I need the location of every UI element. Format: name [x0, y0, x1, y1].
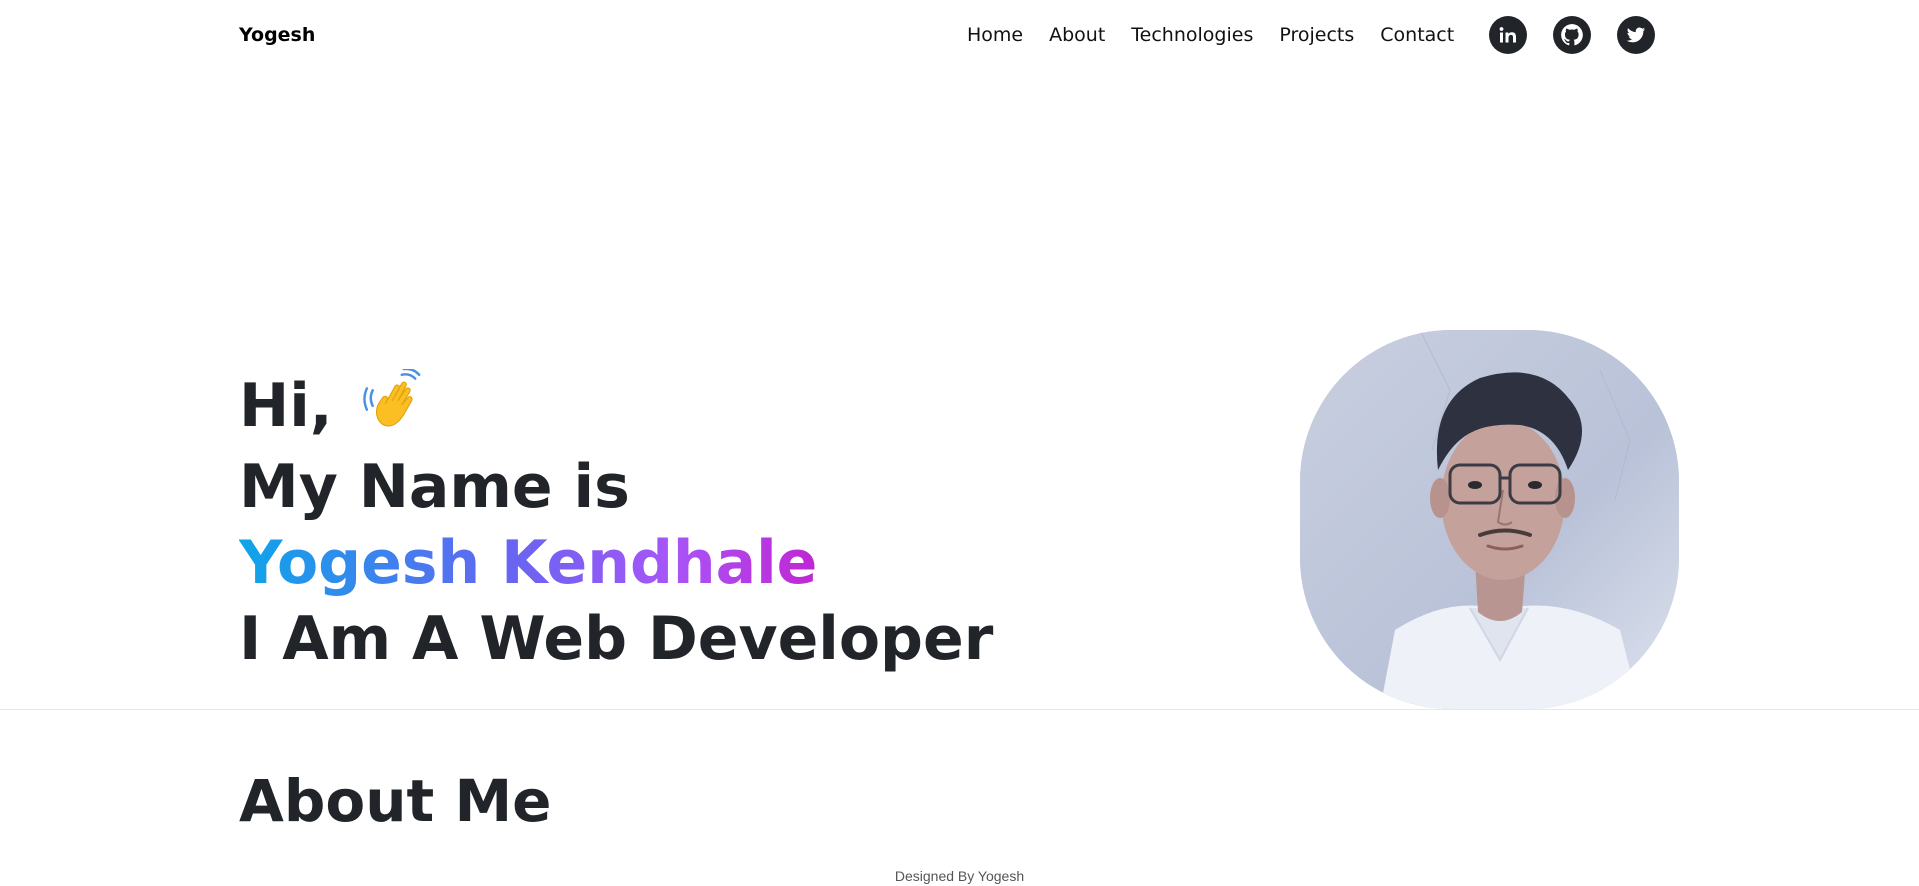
- hero-section: Hi, My Name is Yogesh Kendhale I Am A We…: [239, 368, 999, 677]
- greeting-line: Hi,: [239, 368, 999, 449]
- footer-credit: Designed By Yogesh: [894, 868, 1025, 884]
- nav-link-about[interactable]: About: [1049, 24, 1105, 46]
- profile-photo: [1300, 330, 1679, 709]
- about-section-title: About Me: [239, 767, 552, 835]
- section-divider: [0, 709, 1919, 710]
- nav-link-home[interactable]: Home: [967, 24, 1023, 46]
- greeting-text: Hi,: [239, 371, 333, 441]
- nav-link-technologies[interactable]: Technologies: [1131, 24, 1253, 46]
- intro-line: My Name is: [239, 452, 630, 523]
- nav-link-projects[interactable]: Projects: [1279, 24, 1354, 46]
- twitter-icon[interactable]: [1617, 16, 1655, 54]
- social-links: [1489, 16, 1655, 54]
- profile-photo-illustration: [1300, 330, 1679, 709]
- waving-hand-icon: [363, 368, 425, 449]
- nav-links: Home About Technologies Projects Contact: [967, 24, 1454, 46]
- developer-name: Yogesh Kendhale: [239, 528, 818, 599]
- linkedin-icon[interactable]: [1489, 16, 1527, 54]
- brand-logo-link[interactable]: Yogesh: [239, 24, 315, 46]
- name-line: Yogesh Kendhale: [239, 525, 999, 601]
- nav-link-contact[interactable]: Contact: [1380, 24, 1454, 46]
- navbar: Yogesh Home About Technologies Projects …: [0, 0, 1919, 72]
- role-line: I Am A Web Developer: [239, 604, 994, 675]
- github-icon[interactable]: [1553, 16, 1591, 54]
